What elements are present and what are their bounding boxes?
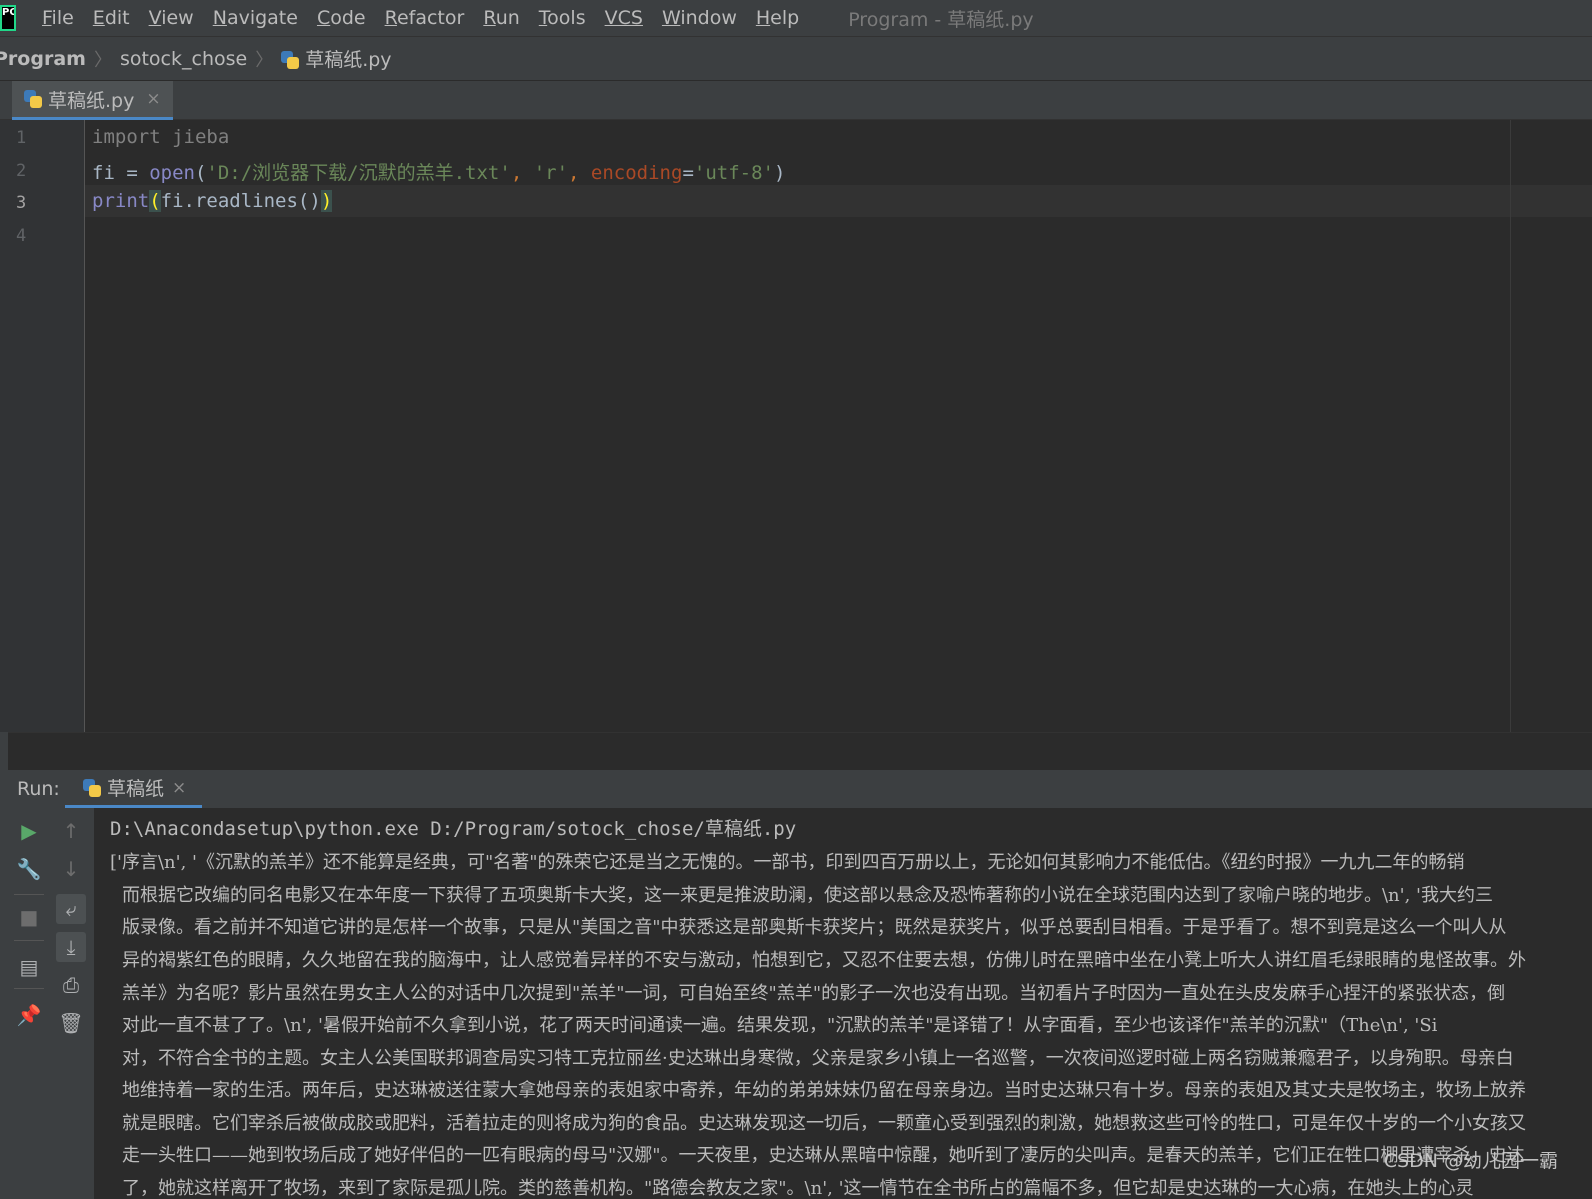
right-margin-guide bbox=[1510, 120, 1511, 732]
run-panel-header: Run: 草稿纸 × bbox=[8, 770, 1592, 808]
menu-help[interactable]: Help bbox=[756, 7, 799, 29]
breadcrumb-folder[interactable]: sotock_chose bbox=[120, 48, 247, 70]
line-number: 1 bbox=[16, 128, 27, 148]
code-line-3: print(fi.readlines()) bbox=[92, 190, 333, 212]
code-editor[interactable]: 1 2 3 4 import jieba fi = open('D:/浏览器下载… bbox=[0, 120, 1592, 732]
arrow-up-icon[interactable]: ↑ bbox=[56, 816, 86, 846]
editor-status-strip bbox=[8, 732, 1592, 771]
breadcrumb: Program 〉 sotock_chose 〉 草稿纸.py bbox=[0, 37, 1592, 81]
line-number: 3 bbox=[16, 193, 27, 213]
console-output-line: 异的褐紫红色的眼睛，久久地留在我的脑海中，让人感觉着异样的不安与激动，怕想到它，… bbox=[122, 950, 1526, 971]
console-output-line: 对此一直不甚了了。\n', '暑假开始前不久拿到小说，花了两天时间通读一遍。结果… bbox=[122, 1015, 1438, 1036]
run-label: Run: bbox=[17, 778, 60, 800]
menu-bar: PC File Edit View Navigate Code Refactor… bbox=[0, 0, 1592, 37]
breadcrumb-project[interactable]: Program bbox=[0, 48, 86, 70]
run-tab-caogaozhi[interactable]: 草稿纸 × bbox=[65, 770, 203, 808]
code-line-2: fi = open('D:/浏览器下载/沉默的羔羊.txt', 'r', enc… bbox=[92, 162, 786, 184]
breadcrumb-separator: 〉 bbox=[255, 49, 274, 71]
menu-tools[interactable]: Tools bbox=[539, 7, 586, 29]
console-output-line: 对，不符合全书的主题。女主人公美国联邦调查局实习特工克拉丽丝·史达琳出身寒微，父… bbox=[122, 1048, 1514, 1069]
console-output-line: 了，她就这样离开了牧场，来到了家际是孤儿院。类的慈善机构。"路德会教友之家"。\… bbox=[122, 1178, 1474, 1199]
console-output-line: 地维持着一家的生活。两年后，史达琳被送往蒙大拿她母亲的表姐家中寄养，年幼的弟弟妹… bbox=[122, 1080, 1526, 1101]
line-number-gutter: 1 2 3 4 bbox=[0, 120, 85, 732]
console-command-line: D:\Anacondasetup\python.exe D:/Program/s… bbox=[110, 818, 797, 840]
console-output-line: 就是眼瞎。它们宰杀后被做成胶或肥料，活着拉走的则将成为狗的食品。史达琳发现这一切… bbox=[122, 1113, 1526, 1134]
line-number: 4 bbox=[16, 226, 27, 246]
run-toolbar: ▶ ↑ 🔧 ↓ ■ ⤶ ⤓ ▤ ⎙ 📌 🗑 bbox=[8, 808, 94, 1199]
breadcrumb-separator: 〉 bbox=[93, 49, 112, 71]
close-icon[interactable]: × bbox=[146, 89, 160, 109]
menu-code[interactable]: Code bbox=[317, 7, 366, 29]
arrow-down-icon[interactable]: ↓ bbox=[56, 854, 86, 884]
rerun-play-icon[interactable]: ▶ bbox=[14, 816, 44, 846]
console-output-line: 版录像。看之前并不知道它讲的是怎样一个故事，只是从"美国之音"中获悉这是部奥斯卡… bbox=[122, 917, 1507, 938]
tab-caogaozhi-py[interactable]: 草稿纸.py × bbox=[12, 81, 173, 120]
menu-window[interactable]: Window bbox=[662, 7, 737, 29]
trash-icon[interactable]: 🗑 bbox=[56, 1008, 86, 1038]
menu-view[interactable]: View bbox=[149, 7, 194, 29]
window-title: Program - 草稿纸.py bbox=[848, 8, 1034, 31]
run-console[interactable]: D:\Anacondasetup\python.exe D:/Program/s… bbox=[94, 808, 1592, 1199]
csdn-watermark: CSDN @幼儿园一霸 bbox=[1383, 1150, 1558, 1172]
close-icon[interactable]: × bbox=[172, 778, 186, 798]
menu-edit[interactable]: Edit bbox=[93, 7, 130, 29]
console-output-line: 走一头牲口——她到牧场后成了她好伴侣的一匹有眼病的母马"汉娜"。一天夜里，史达琳… bbox=[122, 1145, 1525, 1166]
stop-icon[interactable]: ■ bbox=[14, 902, 44, 932]
code-line-1: import jieba bbox=[92, 126, 230, 148]
menu-run[interactable]: Run bbox=[483, 7, 519, 29]
print-icon[interactable]: ⎙ bbox=[56, 970, 86, 1000]
run-tab-label: 草稿纸 bbox=[107, 778, 165, 800]
python-file-icon bbox=[24, 90, 42, 108]
console-output-line: 而根据它改编的同名电影又在本年度一下获得了五项奥斯卡大奖，这一来更是推波助澜，使… bbox=[122, 885, 1493, 906]
menu-navigate[interactable]: Navigate bbox=[213, 7, 298, 29]
menu-vcs[interactable]: VCS bbox=[605, 7, 643, 29]
soft-wrap-icon[interactable]: ⤶ bbox=[56, 894, 86, 924]
breadcrumb-file[interactable]: 草稿纸.py bbox=[281, 45, 392, 72]
pycharm-logo-icon: PC bbox=[0, 5, 16, 31]
menu-refactor[interactable]: Refactor bbox=[385, 7, 465, 29]
wrench-icon[interactable]: 🔧 bbox=[14, 854, 44, 884]
editor-tab-bar: 草稿纸.py × bbox=[0, 81, 1592, 120]
line-number: 2 bbox=[16, 161, 27, 181]
layout-icon[interactable]: ▤ bbox=[14, 952, 44, 982]
scroll-to-end-icon[interactable]: ⤓ bbox=[56, 932, 86, 962]
python-icon bbox=[83, 778, 101, 797]
pin-icon[interactable]: 📌 bbox=[14, 1000, 44, 1030]
console-output-line: 羔羊》为名呢？影片虽然在男女主人公的对话中几次提到"羔羊"一词，可自始至终"羔羊… bbox=[122, 983, 1506, 1004]
console-output-line: ['序言\n', '《沉默的羔羊》还不能算是经典，可"名著"的殊荣它还是当之无愧… bbox=[110, 852, 1465, 873]
menu-file[interactable]: File bbox=[42, 7, 74, 29]
python-file-icon bbox=[281, 51, 300, 69]
tab-label: 草稿纸.py bbox=[48, 89, 135, 112]
